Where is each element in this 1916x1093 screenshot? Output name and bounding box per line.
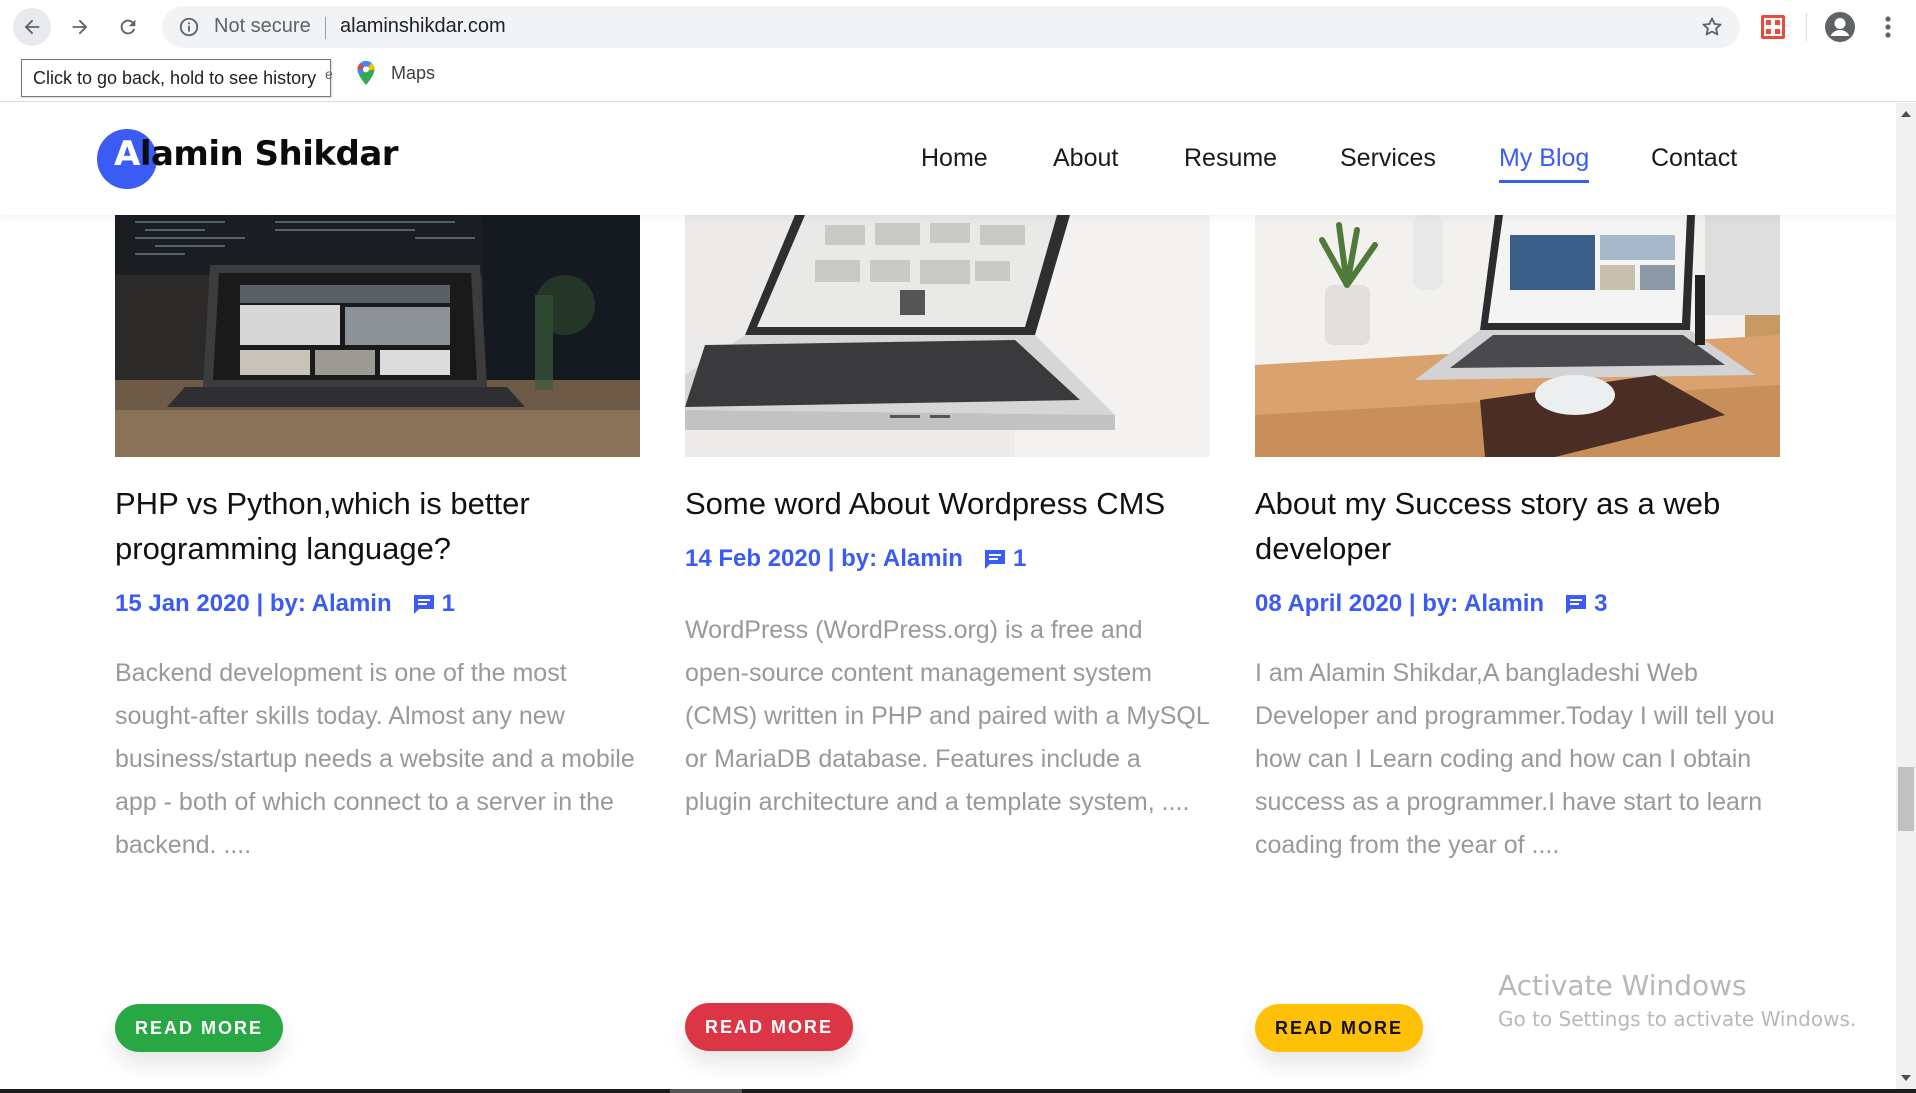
extension-icon[interactable] xyxy=(1760,14,1786,40)
post-title[interactable]: Some word About Wordpress CMS xyxy=(685,481,1210,526)
browser-toolbar: Not secure alaminshikdar.com Click to go… xyxy=(0,0,1916,102)
reload-icon xyxy=(120,19,136,35)
nav-my-blog[interactable]: My Blog xyxy=(1499,141,1590,183)
post-excerpt: Backend development is one of the most s… xyxy=(115,659,635,859)
bookmark-maps[interactable]: Maps xyxy=(355,60,435,86)
bookmark-label: Maps xyxy=(391,62,436,83)
back-button[interactable] xyxy=(13,8,51,46)
kebab-menu-icon[interactable] xyxy=(1878,12,1898,42)
comment-count[interactable]: 1 xyxy=(983,545,1026,573)
reload-button[interactable] xyxy=(109,8,147,46)
comment-number: 3 xyxy=(1594,590,1608,617)
post-date: 15 Jan 2020 xyxy=(115,590,250,617)
page-scrollbar[interactable] xyxy=(1896,103,1916,1089)
toolbar-divider xyxy=(1806,13,1807,41)
read-more-button[interactable]: READ MORE xyxy=(115,1004,284,1052)
back-tooltip: Click to go back, hold to see history xyxy=(21,59,332,97)
arrow-left-icon xyxy=(24,19,40,35)
page-viewport: Alamin Shikdar Home About Resume Service… xyxy=(0,103,1896,1089)
security-status: Not secure xyxy=(214,15,311,37)
omnibox-divider xyxy=(325,17,326,39)
taskbar-edge xyxy=(0,1089,1916,1093)
post-thumbnail[interactable] xyxy=(115,215,640,457)
bookmark-overflow-glyph: e xyxy=(325,66,333,82)
browser-window: Not secure alaminshikdar.com Click to go… xyxy=(0,0,1916,1093)
post-meta: 08 April 2020 | by: Alamin 3 xyxy=(1255,590,1607,618)
info-icon[interactable] xyxy=(178,16,200,38)
post-meta: 15 Jan 2020 | by: Alamin 1 xyxy=(115,590,455,618)
post-thumbnail[interactable] xyxy=(685,215,1210,457)
nav-home[interactable]: Home xyxy=(921,141,988,175)
comment-count[interactable]: 3 xyxy=(1564,590,1607,618)
post-thumbnail[interactable] xyxy=(1255,215,1780,457)
bookmark-star-icon[interactable] xyxy=(1700,15,1724,39)
read-more-button[interactable]: READ MORE xyxy=(685,1003,854,1051)
desk-photo xyxy=(1255,215,1780,457)
post-excerpt: WordPress (WordPress.org) is a free and … xyxy=(685,616,1209,816)
arrow-right-icon xyxy=(72,19,88,35)
main-menu: Home About Resume Services My Blog Conta… xyxy=(0,141,1896,183)
nav-services[interactable]: Services xyxy=(1340,141,1436,175)
post-excerpt: I am Alamin Shikdar,A bangladeshi Web De… xyxy=(1255,659,1775,859)
scroll-down-arrow-icon[interactable] xyxy=(1901,1075,1911,1081)
comment-icon xyxy=(413,595,434,614)
nav-resume[interactable]: Resume xyxy=(1184,141,1277,175)
nav-about[interactable]: About xyxy=(1053,141,1118,175)
nav-contact[interactable]: Contact xyxy=(1651,141,1737,175)
post-author[interactable]: | by: Alamin xyxy=(256,590,391,618)
url-text[interactable]: alaminshikdar.com xyxy=(340,15,506,38)
scroll-up-arrow-icon[interactable] xyxy=(1901,111,1911,117)
post-title[interactable]: PHP vs Python,which is better programmin… xyxy=(115,481,640,571)
comment-icon xyxy=(984,550,1005,569)
post-date: 08 April 2020 xyxy=(1255,590,1403,617)
maps-pin-icon xyxy=(357,61,375,85)
site-header: Alamin Shikdar Home About Resume Service… xyxy=(0,103,1896,215)
address-bar[interactable]: Not secure alaminshikdar.com xyxy=(162,6,1740,48)
comment-number: 1 xyxy=(441,590,455,617)
post-author[interactable]: | by: Alamin xyxy=(828,545,963,573)
post-author[interactable]: | by: Alamin xyxy=(1409,590,1544,618)
taskbar-highlight xyxy=(670,1089,742,1093)
read-more-button[interactable]: READ MORE xyxy=(1255,1004,1424,1052)
profile-icon[interactable] xyxy=(1824,11,1856,43)
laptop-photo-dark xyxy=(115,215,640,457)
comment-icon xyxy=(1566,595,1587,614)
post-date: 14 Feb 2020 xyxy=(685,545,822,572)
scroll-thumb[interactable] xyxy=(1898,767,1914,831)
comment-count[interactable]: 1 xyxy=(412,590,455,618)
post-meta: 14 Feb 2020 | by: Alamin 1 xyxy=(685,545,1026,573)
laptop-photo-white xyxy=(685,215,1210,457)
forward-button[interactable] xyxy=(61,8,99,46)
comment-number: 1 xyxy=(1012,545,1027,572)
post-title[interactable]: About my Success story as a web develope… xyxy=(1255,481,1780,571)
